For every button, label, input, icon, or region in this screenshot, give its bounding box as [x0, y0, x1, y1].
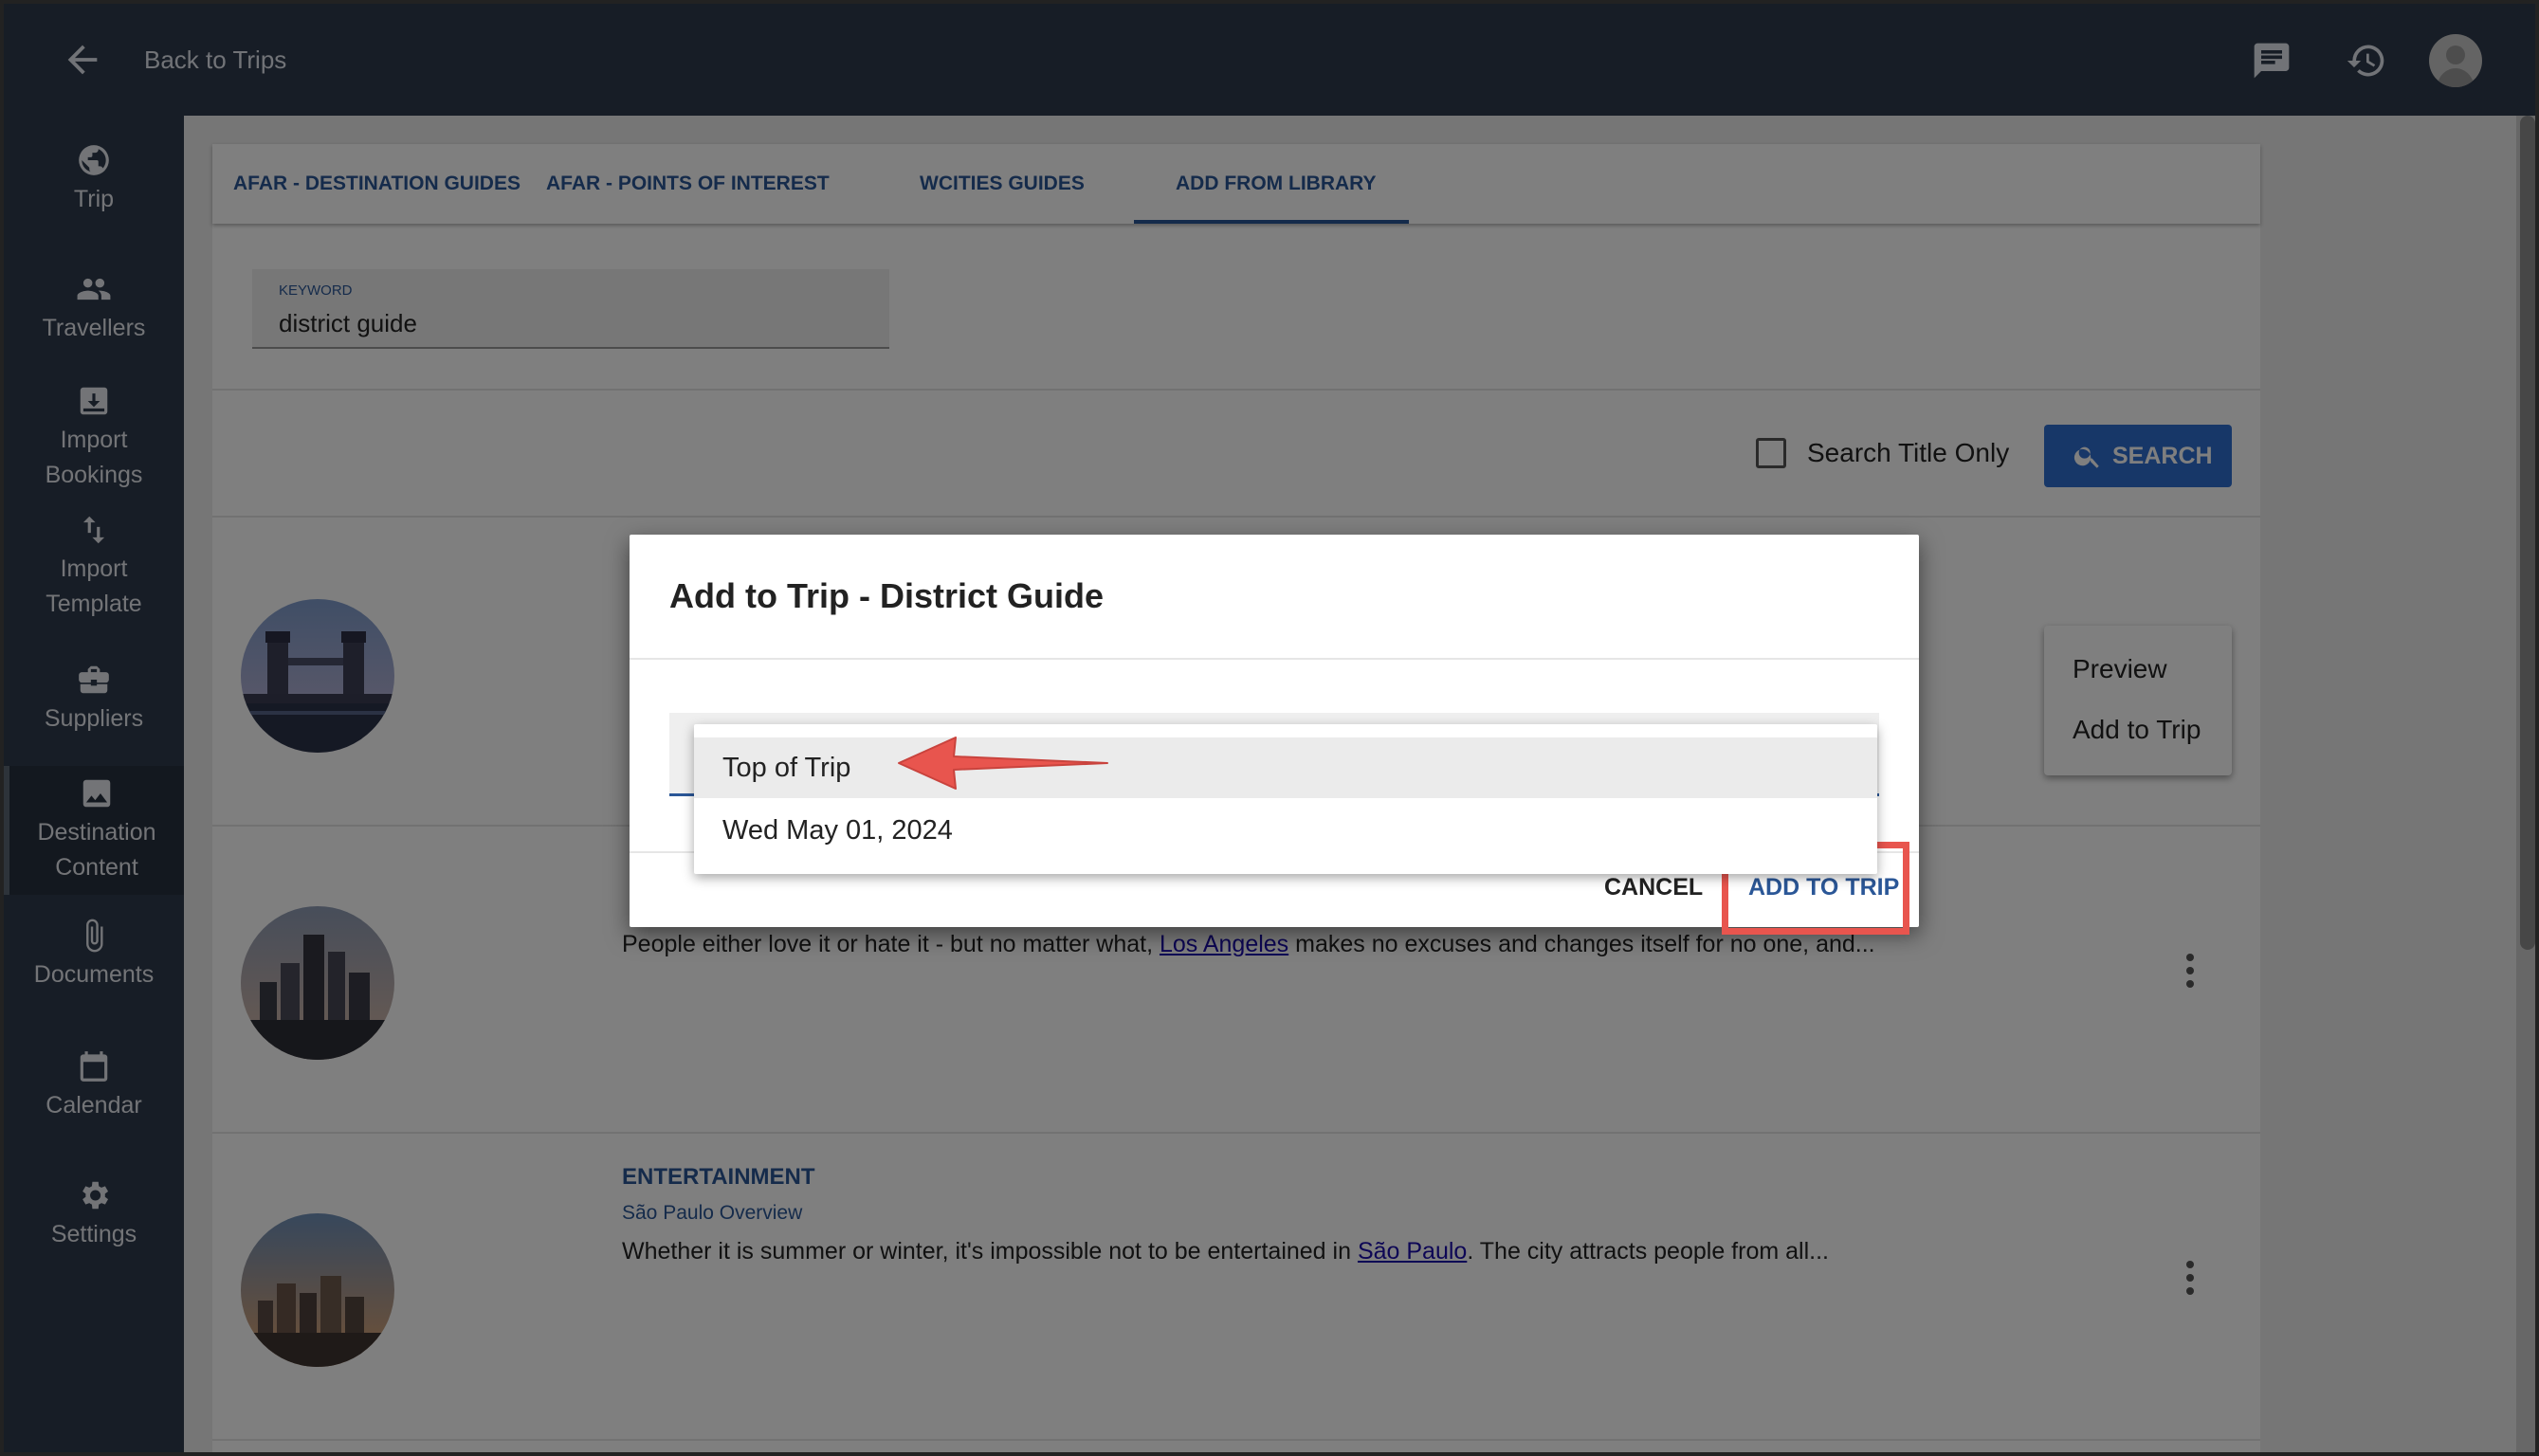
trip-position-dropdown: Top of Trip Wed May 01, 2024	[694, 724, 1877, 874]
option-top-of-trip[interactable]: Top of Trip	[694, 737, 1877, 798]
annotation-arrow-icon	[898, 737, 1108, 790]
option-date[interactable]: Wed May 01, 2024	[694, 800, 1877, 861]
app-frame: Back to Trips Trip Travellers Import Boo…	[0, 0, 2539, 1456]
cancel-button[interactable]: CANCEL	[1604, 874, 1703, 901]
dialog-title: Add to Trip - District Guide	[669, 576, 1104, 615]
dialog-divider	[630, 658, 1919, 660]
